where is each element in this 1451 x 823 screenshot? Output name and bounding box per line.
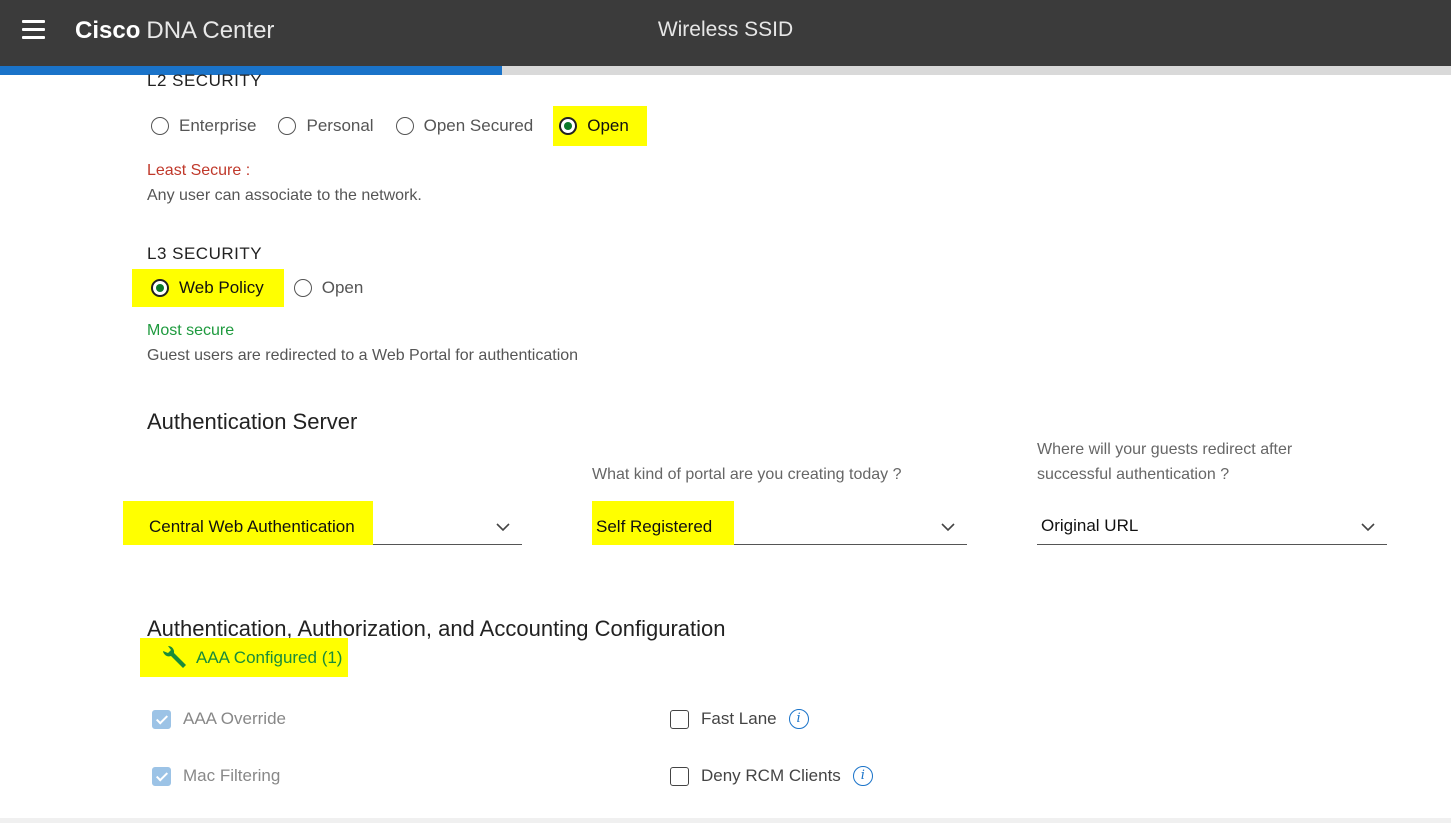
portal-type-select[interactable]: Self Registered: [592, 498, 967, 545]
radio-selected-icon: [151, 279, 169, 297]
radio-label: Open: [321, 278, 364, 297]
checkbox-label: Mac Filtering: [183, 766, 281, 785]
authentication-server-select[interactable]: Central Web Authentication: [123, 498, 522, 545]
brand-cisco: Cisco: [75, 17, 141, 44]
hamburger-menu-icon[interactable]: [22, 20, 45, 40]
radio-open-secured[interactable]: Open Secured: [390, 106, 540, 146]
redirect-hint: Where will your guests redirect after su…: [1037, 437, 1292, 487]
top-navigation-bar: Cisco DNA Center Wireless SSID: [0, 0, 1451, 66]
radio-label: Enterprise: [179, 116, 257, 135]
brand-logo[interactable]: Cisco DNA Center: [75, 17, 274, 45]
redirect-select[interactable]: Original URL: [1037, 498, 1387, 545]
radio-circle-icon: [278, 117, 297, 135]
radio-label: Open: [587, 116, 629, 135]
l3-security-label: L3 SECURITY: [147, 244, 263, 263]
radio-selected-icon: [559, 117, 578, 135]
checkbox-label: Deny RCM Clients: [701, 766, 841, 785]
radio-enterprise[interactable]: Enterprise: [145, 106, 262, 146]
radio-personal[interactable]: Personal: [272, 106, 379, 146]
radio-web-policy[interactable]: Web Policy: [132, 269, 284, 307]
radio-label: Web Policy: [179, 278, 264, 297]
redirect-hint-line-1: Where will your guests redirect after: [1037, 441, 1293, 458]
authentication-server-heading: Authentication Server: [147, 409, 358, 434]
least-secure-note: Least Secure :: [147, 162, 251, 179]
portal-type-value: Self Registered: [592, 501, 735, 545]
chevron-down-icon: [496, 523, 510, 532]
redirect-hint-line-2: successful authentication ?: [1037, 466, 1230, 483]
fast-lane-checkbox[interactable]: Fast Lane i: [670, 709, 809, 729]
l3-description: Guest users are redirected to a Web Port…: [147, 347, 579, 364]
checkbox-checked-icon: [152, 709, 171, 729]
radio-circle-icon: [151, 117, 169, 135]
portal-type-hint: What kind of portal are you creating tod…: [592, 466, 902, 483]
mac-filtering-checkbox[interactable]: Mac Filtering: [152, 766, 280, 786]
checkbox-empty-icon: [670, 766, 689, 786]
l3-security-radio-group: Web Policy Open: [132, 268, 369, 308]
radio-open-l2[interactable]: Open: [553, 106, 647, 146]
aaa-configured-label: AAA Configured (1): [196, 647, 343, 667]
brand-product: DNA Center: [146, 17, 275, 44]
checkbox-label: AAA Override: [183, 709, 286, 728]
authentication-server-value: Central Web Authentication: [123, 501, 373, 545]
l2-security-label: L2 SECURITY: [147, 71, 263, 90]
aaa-configured-link[interactable]: AAA Configured (1): [140, 638, 349, 677]
most-secure-note: Most secure: [147, 322, 235, 339]
chevron-down-icon: [1361, 523, 1375, 532]
checkbox-empty-icon: [670, 709, 689, 729]
radio-label: Personal: [306, 116, 374, 135]
l2-description: Any user can associate to the network.: [147, 187, 422, 204]
checkbox-label: Fast Lane: [701, 709, 777, 728]
deny-rcm-clients-checkbox[interactable]: Deny RCM Clients i: [670, 766, 873, 786]
radio-circle-icon: [293, 279, 312, 297]
checkbox-checked-icon: [152, 766, 171, 786]
wrench-icon: [163, 645, 186, 668]
radio-open-l3[interactable]: Open: [288, 268, 370, 308]
chevron-down-icon: [941, 523, 955, 532]
radio-circle-icon: [395, 117, 414, 135]
info-icon[interactable]: i: [852, 766, 873, 786]
bottom-divider: [0, 818, 1451, 823]
redirect-value: Original URL: [1041, 516, 1139, 535]
radio-label: Open Secured: [423, 116, 534, 135]
info-icon[interactable]: i: [788, 709, 809, 729]
aaa-override-checkbox[interactable]: AAA Override: [152, 709, 286, 729]
l2-security-radio-group: Enterprise Personal Open Secured Open: [145, 106, 647, 146]
